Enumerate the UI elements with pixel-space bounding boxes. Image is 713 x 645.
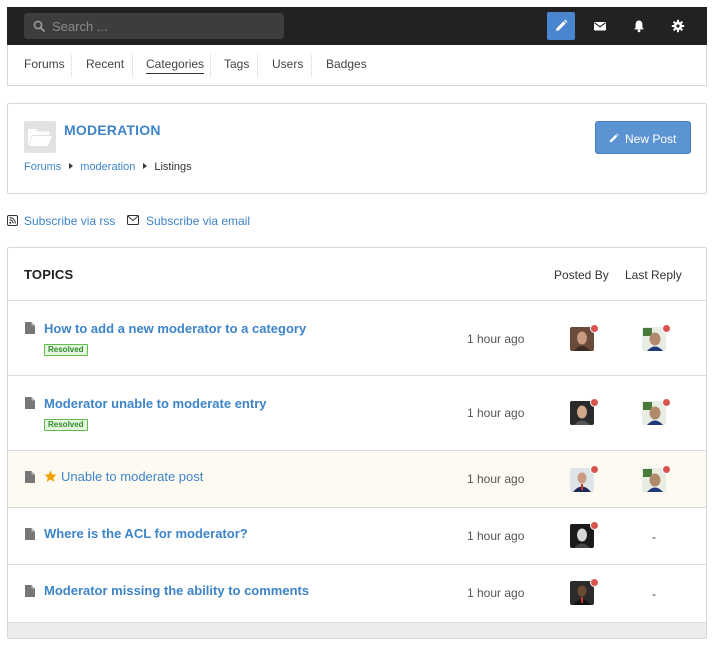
- last-reply-header: Last Reply: [625, 268, 682, 282]
- online-status-dot: [662, 465, 671, 474]
- document-icon: [25, 322, 35, 334]
- nav-divider: [210, 54, 211, 77]
- pencil-icon: [556, 19, 568, 31]
- last-reply-avatar[interactable]: [642, 324, 671, 351]
- bell-icon: [634, 20, 644, 33]
- online-status-dot: [590, 578, 599, 587]
- topic-title[interactable]: Unable to moderate post: [61, 469, 203, 484]
- online-status-dot: [590, 465, 599, 474]
- topic-time: 1 hour ago: [467, 332, 525, 346]
- envelope-icon: [127, 215, 139, 225]
- resolved-badge: Resolved: [44, 344, 88, 356]
- main-nav: Forums Recent Categories Tags Users Badg…: [7, 45, 707, 86]
- breadcrumb-moderation[interactable]: moderation: [80, 161, 135, 173]
- topic-time: 1 hour ago: [467, 472, 525, 486]
- topic-row[interactable]: Moderator unable to moderate entry Resol…: [8, 375, 706, 450]
- online-status-dot: [590, 398, 599, 407]
- nav-users[interactable]: Users: [272, 45, 303, 85]
- no-reply-dash: -: [652, 530, 656, 544]
- nav-tags[interactable]: Tags: [224, 45, 249, 85]
- poster-avatar[interactable]: [570, 465, 599, 492]
- breadcrumb-current: Listings: [154, 161, 192, 173]
- resolved-badge: Resolved: [44, 419, 88, 431]
- breadcrumb-forums[interactable]: Forums: [24, 161, 61, 173]
- search-box[interactable]: [24, 13, 284, 39]
- online-status-dot: [662, 324, 671, 333]
- poster-avatar[interactable]: [570, 521, 599, 548]
- nav-categories[interactable]: Categories: [146, 45, 205, 85]
- nav-divider: [311, 54, 312, 77]
- breadcrumb: Forums moderation Listings: [24, 161, 192, 173]
- messages-button[interactable]: [586, 12, 614, 40]
- document-icon: [25, 528, 35, 540]
- topic-title[interactable]: How to add a new moderator to a category: [44, 321, 306, 336]
- topic-row-starred[interactable]: Unable to moderate post 1 hour ago: [8, 450, 706, 507]
- poster-avatar[interactable]: [570, 398, 599, 425]
- topic-time: 1 hour ago: [467, 586, 525, 600]
- topic-row[interactable]: Moderator missing the ability to comment…: [8, 564, 706, 622]
- document-icon: [25, 585, 35, 597]
- topic-title[interactable]: Moderator unable to moderate entry: [44, 396, 266, 411]
- document-icon: [25, 471, 35, 483]
- topic-time: 1 hour ago: [467, 406, 525, 420]
- posted-by-header: Posted By: [554, 268, 609, 282]
- poster-avatar[interactable]: [570, 578, 599, 605]
- topics-panel: TOPICS Posted By Last Reply How to add a…: [7, 247, 707, 639]
- compose-button[interactable]: [547, 12, 575, 40]
- subscribe-rss-link[interactable]: Subscribe via rss: [24, 214, 115, 228]
- folder-open-icon: [28, 129, 52, 146]
- nav-divider: [71, 54, 72, 77]
- category-folder-icon: [24, 121, 56, 153]
- nav-forums[interactable]: Forums: [24, 45, 65, 85]
- breadcrumb-caret-icon: [143, 163, 148, 169]
- new-post-button[interactable]: New Post: [595, 121, 691, 154]
- subscribe-email-link[interactable]: Subscribe via email: [146, 214, 250, 228]
- topic-row[interactable]: Where is the ACL for moderator? 1 hour a…: [8, 507, 706, 564]
- category-header: MODERATION Forums moderation Listings New …: [7, 103, 707, 194]
- topics-heading: TOPICS: [24, 267, 74, 282]
- nav-badges[interactable]: Badges: [326, 45, 367, 85]
- online-status-dot: [662, 398, 671, 407]
- search-icon: [33, 20, 45, 32]
- pencil-icon: [609, 133, 619, 143]
- topic-row[interactable]: How to add a new moderator to a category…: [8, 300, 706, 375]
- category-title[interactable]: MODERATION: [64, 122, 161, 138]
- last-reply-avatar[interactable]: [642, 398, 671, 425]
- envelope-icon: [594, 22, 606, 31]
- settings-button[interactable]: [664, 12, 692, 40]
- forum-page: Forums Recent Categories Tags Users Badg…: [0, 0, 713, 645]
- nav-divider: [257, 54, 258, 77]
- star-icon: [44, 470, 57, 482]
- online-status-dot: [590, 521, 599, 530]
- breadcrumb-caret-icon: [69, 163, 74, 169]
- topic-title[interactable]: Where is the ACL for moderator?: [44, 526, 248, 541]
- last-reply-avatar[interactable]: [642, 465, 671, 492]
- search-input[interactable]: [52, 13, 277, 39]
- topics-footer: [8, 622, 706, 638]
- nav-recent[interactable]: Recent: [86, 45, 124, 85]
- nav-divider: [132, 54, 133, 77]
- topic-title[interactable]: Moderator missing the ability to comment…: [44, 583, 309, 598]
- online-status-dot: [590, 324, 599, 333]
- document-icon: [25, 397, 35, 409]
- rss-icon: [7, 215, 18, 226]
- topic-time: 1 hour ago: [467, 529, 525, 543]
- poster-avatar[interactable]: [570, 324, 599, 351]
- new-post-label: New Post: [625, 132, 677, 146]
- no-reply-dash: -: [652, 587, 656, 601]
- gear-icon: [671, 19, 685, 33]
- notifications-button[interactable]: [625, 12, 653, 40]
- top-bar: [7, 7, 707, 45]
